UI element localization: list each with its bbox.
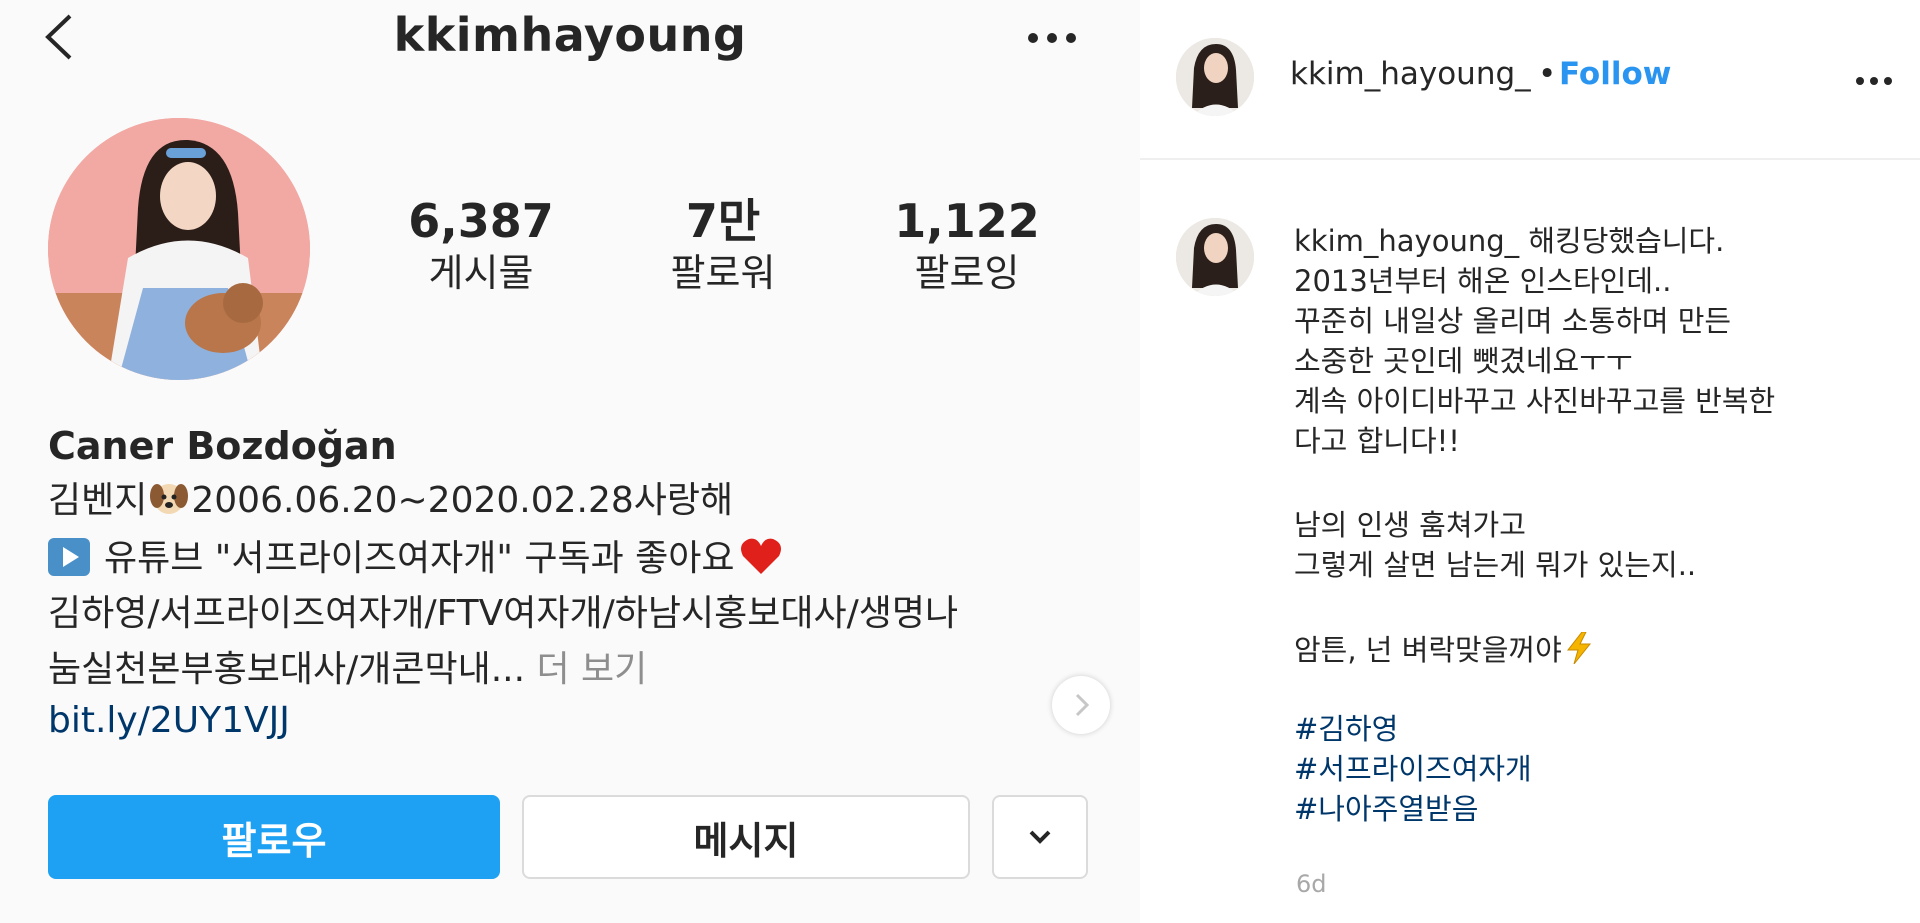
- chevron-left-icon[interactable]: [40, 12, 80, 62]
- hashtag-1[interactable]: #김하영: [1294, 712, 1398, 747]
- caption-avatar[interactable]: [1176, 218, 1254, 296]
- caption-line-5: 계속 아이디바꾸고 사진바꾸고를 반복한: [1294, 384, 1776, 418]
- caption-line-6: 다고 합니다!!: [1294, 424, 1460, 458]
- bio-line-4: 눔실천본부홍보대사/개콘막내... 더 보기: [48, 648, 647, 691]
- stat-following[interactable]: 1,122 팔로잉: [852, 196, 1082, 298]
- chevron-right-icon: [1075, 693, 1090, 717]
- heart-icon: [740, 538, 781, 574]
- hashtag-2[interactable]: #서프라이즈여자개: [1294, 752, 1532, 787]
- stat-posts[interactable]: 6,387 게시물: [366, 196, 596, 298]
- more-horizontal-icon[interactable]: [1025, 28, 1080, 48]
- caption-line-2: 2013년부터 해온 인스타인데..: [1294, 264, 1672, 298]
- suggestions-dropdown-button[interactable]: [992, 795, 1088, 879]
- post-timestamp[interactable]: 6d: [1296, 870, 1327, 898]
- bio-line-1-a: 김벤지: [48, 480, 148, 521]
- bio-more-link[interactable]: 더 보기: [536, 649, 647, 690]
- caption-line-4: 소중한 곳인데 뺏겼네요ㅜㅜ: [1294, 344, 1633, 378]
- bio-line-4-text: 눔실천본부홍보대사/개콘막내...: [48, 649, 526, 690]
- hashtag-3[interactable]: #나아주열받음: [1294, 792, 1478, 827]
- followers-count: 7만: [685, 194, 761, 248]
- more-horizontal-icon[interactable]: [1854, 75, 1894, 87]
- profile-photo: [48, 118, 310, 380]
- post-follow-link[interactable]: Follow: [1559, 56, 1671, 92]
- profile-avatar[interactable]: [48, 118, 310, 380]
- caption-text-9: 암튼, 넌 벼락맞을꺼야: [1294, 633, 1562, 667]
- bio-line-1: 김벤지 2006.06.20~2020.02.28사랑해: [48, 478, 733, 522]
- posts-count: 6,387: [408, 194, 554, 248]
- avatar-photo: [1176, 218, 1254, 296]
- caption-text-1: 해킹당했습니다.: [1528, 224, 1725, 258]
- dog-face-icon: [150, 484, 189, 514]
- message-button[interactable]: 메시지: [522, 795, 970, 879]
- profile-link[interactable]: bit.ly/2UY1VJJ: [48, 700, 290, 741]
- profile-panel: kkimhayoung 6,387 게시물 7만 팔로워 1,122 팔로잉 C…: [0, 0, 1140, 923]
- follow-button[interactable]: 팔로우: [48, 795, 500, 879]
- caption-username[interactable]: kkim_hayoung_: [1294, 224, 1519, 258]
- caption-line-1: kkim_hayoung_ 해킹당했습니다.: [1294, 224, 1724, 259]
- bio-line-2-text: 유튜브 "서프라이즈여자개" 구독과 좋아요: [104, 538, 735, 579]
- chevron-down-icon: [1029, 830, 1051, 844]
- separator-dot: •: [1538, 56, 1557, 92]
- posts-label: 게시물: [428, 250, 534, 295]
- display-name: Caner Bozdoğan: [48, 424, 397, 468]
- following-count: 1,122: [894, 194, 1040, 248]
- following-label: 팔로잉: [914, 250, 1020, 295]
- post-username[interactable]: kkim_hayoung_: [1290, 56, 1531, 92]
- bio-line-3: 김하영/서프라이즈여자개/FTV여자개/하남시홍보대사/생명나: [48, 593, 959, 634]
- header-divider: [1140, 158, 1920, 160]
- profile-username-title: kkimhayoung: [393, 8, 747, 62]
- caption-line-8: 그렇게 살면 남는게 뭐가 있는지..: [1294, 548, 1697, 582]
- lightning-icon: [1566, 631, 1591, 665]
- stat-followers[interactable]: 7만 팔로워: [608, 196, 838, 298]
- bio-line-2: 유튜브 "서프라이즈여자개" 구독과 좋아요: [48, 536, 783, 580]
- next-button[interactable]: [1052, 676, 1110, 734]
- caption-line-3: 꾸준히 내일상 올리며 소통하며 만든: [1294, 304, 1732, 338]
- post-panel: kkim_hayoung_ • Follow kkim_hayoung_ 해킹당…: [1140, 0, 1920, 923]
- avatar-photo: [1176, 38, 1254, 116]
- followers-label: 팔로워: [670, 250, 776, 295]
- caption-line-7: 남의 인생 훔쳐가고: [1294, 508, 1526, 542]
- play-button-icon: [48, 538, 90, 576]
- post-header-avatar[interactable]: [1176, 38, 1254, 116]
- bio-line-1-b: 2006.06.20~2020.02.28사랑해: [191, 480, 734, 521]
- caption-line-9: 암튼, 넌 벼락맞을꺼야: [1294, 631, 1594, 668]
